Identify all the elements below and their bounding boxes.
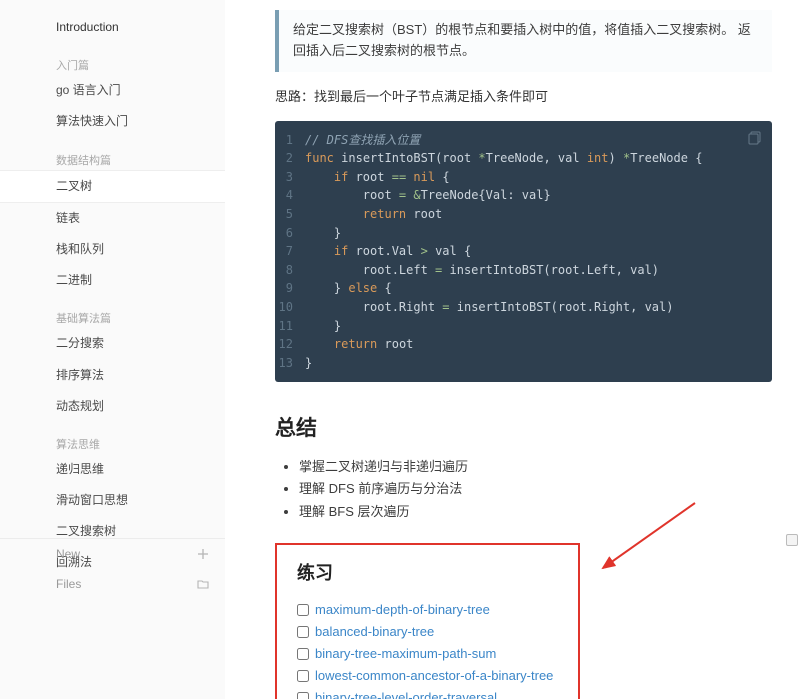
code-content: return root [305, 335, 413, 354]
line-number: 7 [275, 242, 305, 261]
code-line: 12 return root [275, 335, 772, 354]
line-number: 11 [275, 317, 305, 336]
exercise-link[interactable]: lowest-common-ancestor-of-a-binary-tree [315, 665, 553, 687]
code-content: } [305, 354, 312, 373]
exercise-checkbox[interactable] [297, 670, 309, 682]
problem-quote: 给定二叉搜索树（BST）的根节点和要插入树中的值，将值插入二叉搜索树。 返回插入… [275, 10, 772, 72]
sidebar-item[interactable]: 二进制 [0, 265, 225, 296]
sidebar-group-label: 算法思维 [0, 422, 225, 454]
exercise-link[interactable]: binary-tree-level-order-traversal [315, 687, 497, 699]
sidebar-files[interactable]: Files [0, 569, 225, 599]
sidebar-group-label: 数据结构篇 [0, 138, 225, 170]
exercise-row: balanced-binary-tree [297, 621, 558, 643]
line-number: 9 [275, 279, 305, 298]
line-number: 12 [275, 335, 305, 354]
code-block: 1// DFS查找插入位置2func insertIntoBST(root *T… [275, 121, 772, 383]
code-line: 10 root.Right = insertIntoBST(root.Right… [275, 298, 772, 317]
code-line: 13} [275, 354, 772, 373]
sidebar-group-label: 基础算法篇 [0, 296, 225, 328]
code-line: 6 } [275, 224, 772, 243]
exercise-row: binary-tree-level-order-traversal [297, 687, 558, 699]
exercise-checkbox[interactable] [297, 626, 309, 638]
idea-text: 思路：找到最后一个叶子节点满足插入条件即可 [275, 86, 772, 105]
sidebar-item[interactable]: go 语言入门 [0, 75, 225, 106]
code-content: } [305, 317, 341, 336]
code-line: 8 root.Left = insertIntoBST(root.Left, v… [275, 261, 772, 280]
line-number: 10 [275, 298, 305, 317]
summary-point: 理解 BFS 层次遍历 [299, 501, 772, 523]
practice-heading: 练习 [297, 559, 558, 585]
code-content: root.Right = insertIntoBST(root.Right, v… [305, 298, 673, 317]
code-content: if root == nil { [305, 168, 450, 187]
sidebar-item[interactable]: 二分搜索 [0, 328, 225, 359]
line-number: 8 [275, 261, 305, 280]
folder-icon [197, 578, 209, 590]
summary-point: 掌握二叉树递归与非递归遍历 [299, 456, 772, 478]
code-line: 5 return root [275, 205, 772, 224]
sidebar-files-label: Files [56, 577, 81, 591]
line-number: 3 [275, 168, 305, 187]
code-line: 9 } else { [275, 279, 772, 298]
exercise-link[interactable]: binary-tree-maximum-path-sum [315, 643, 496, 665]
line-number: 4 [275, 186, 305, 205]
sidebar-item[interactable]: 算法快速入门 [0, 106, 225, 137]
exercise-checkbox[interactable] [297, 604, 309, 616]
sidebar-group-label: 入门篇 [0, 43, 225, 75]
code-content: } [305, 224, 341, 243]
code-content: root = &TreeNode{Val: val} [305, 186, 551, 205]
code-content: // DFS查找插入位置 [305, 131, 420, 150]
code-content: root.Left = insertIntoBST(root.Left, val… [305, 261, 659, 280]
code-line: 4 root = &TreeNode{Val: val} [275, 186, 772, 205]
code-line: 7 if root.Val > val { [275, 242, 772, 261]
exercise-row: binary-tree-maximum-path-sum [297, 643, 558, 665]
exercise-link[interactable]: balanced-binary-tree [315, 621, 434, 643]
sidebar-item[interactable]: 链表 [0, 203, 225, 234]
exercise-row: lowest-common-ancestor-of-a-binary-tree [297, 665, 558, 687]
practice-box: 练习 maximum-depth-of-binary-treebalanced-… [275, 543, 580, 699]
sidebar-intro[interactable]: Introduction [0, 12, 225, 43]
line-number: 6 [275, 224, 305, 243]
plus-icon [197, 548, 209, 560]
sidebar-new[interactable]: New [0, 539, 225, 569]
sidebar: Introduction 入门篇go 语言入门算法快速入门数据结构篇二叉树链表栈… [0, 0, 225, 699]
code-content: return root [305, 205, 442, 224]
exercise-checkbox[interactable] [297, 648, 309, 660]
sidebar-item[interactable]: 滑动窗口思想 [0, 485, 225, 516]
summary-list: 掌握二叉树递归与非递归遍历理解 DFS 前序遍历与分治法理解 BFS 层次遍历 [275, 456, 772, 522]
exercise-row: maximum-depth-of-binary-tree [297, 599, 558, 621]
sidebar-tools: New Files [0, 538, 225, 599]
code-line: 1// DFS查找插入位置 [275, 131, 772, 150]
sidebar-item[interactable]: 动态规划 [0, 391, 225, 422]
line-number: 2 [275, 149, 305, 168]
sidebar-item[interactable]: 二叉树 [0, 170, 225, 203]
sidebar-item[interactable]: 排序算法 [0, 360, 225, 391]
line-number: 1 [275, 131, 305, 150]
code-content: } else { [305, 279, 392, 298]
main-content: 给定二叉搜索树（BST）的根节点和要插入树中的值，将值插入二叉搜索树。 返回插入… [225, 0, 802, 699]
sidebar-item[interactable]: 递归思维 [0, 454, 225, 485]
sidebar-item[interactable]: 栈和队列 [0, 234, 225, 265]
scroll-indicator-icon [786, 534, 798, 546]
code-line: 11 } [275, 317, 772, 336]
copy-icon[interactable] [748, 131, 762, 145]
code-content: func insertIntoBST(root *TreeNode, val i… [305, 149, 702, 168]
exercise-checkbox[interactable] [297, 692, 309, 699]
summary-point: 理解 DFS 前序遍历与分治法 [299, 478, 772, 500]
sidebar-new-label: New [56, 547, 80, 561]
line-number: 13 [275, 354, 305, 373]
line-number: 5 [275, 205, 305, 224]
code-line: 3 if root == nil { [275, 168, 772, 187]
exercise-link[interactable]: maximum-depth-of-binary-tree [315, 599, 490, 621]
summary-heading: 总结 [275, 412, 772, 442]
code-line: 2func insertIntoBST(root *TreeNode, val … [275, 149, 772, 168]
code-content: if root.Val > val { [305, 242, 471, 261]
